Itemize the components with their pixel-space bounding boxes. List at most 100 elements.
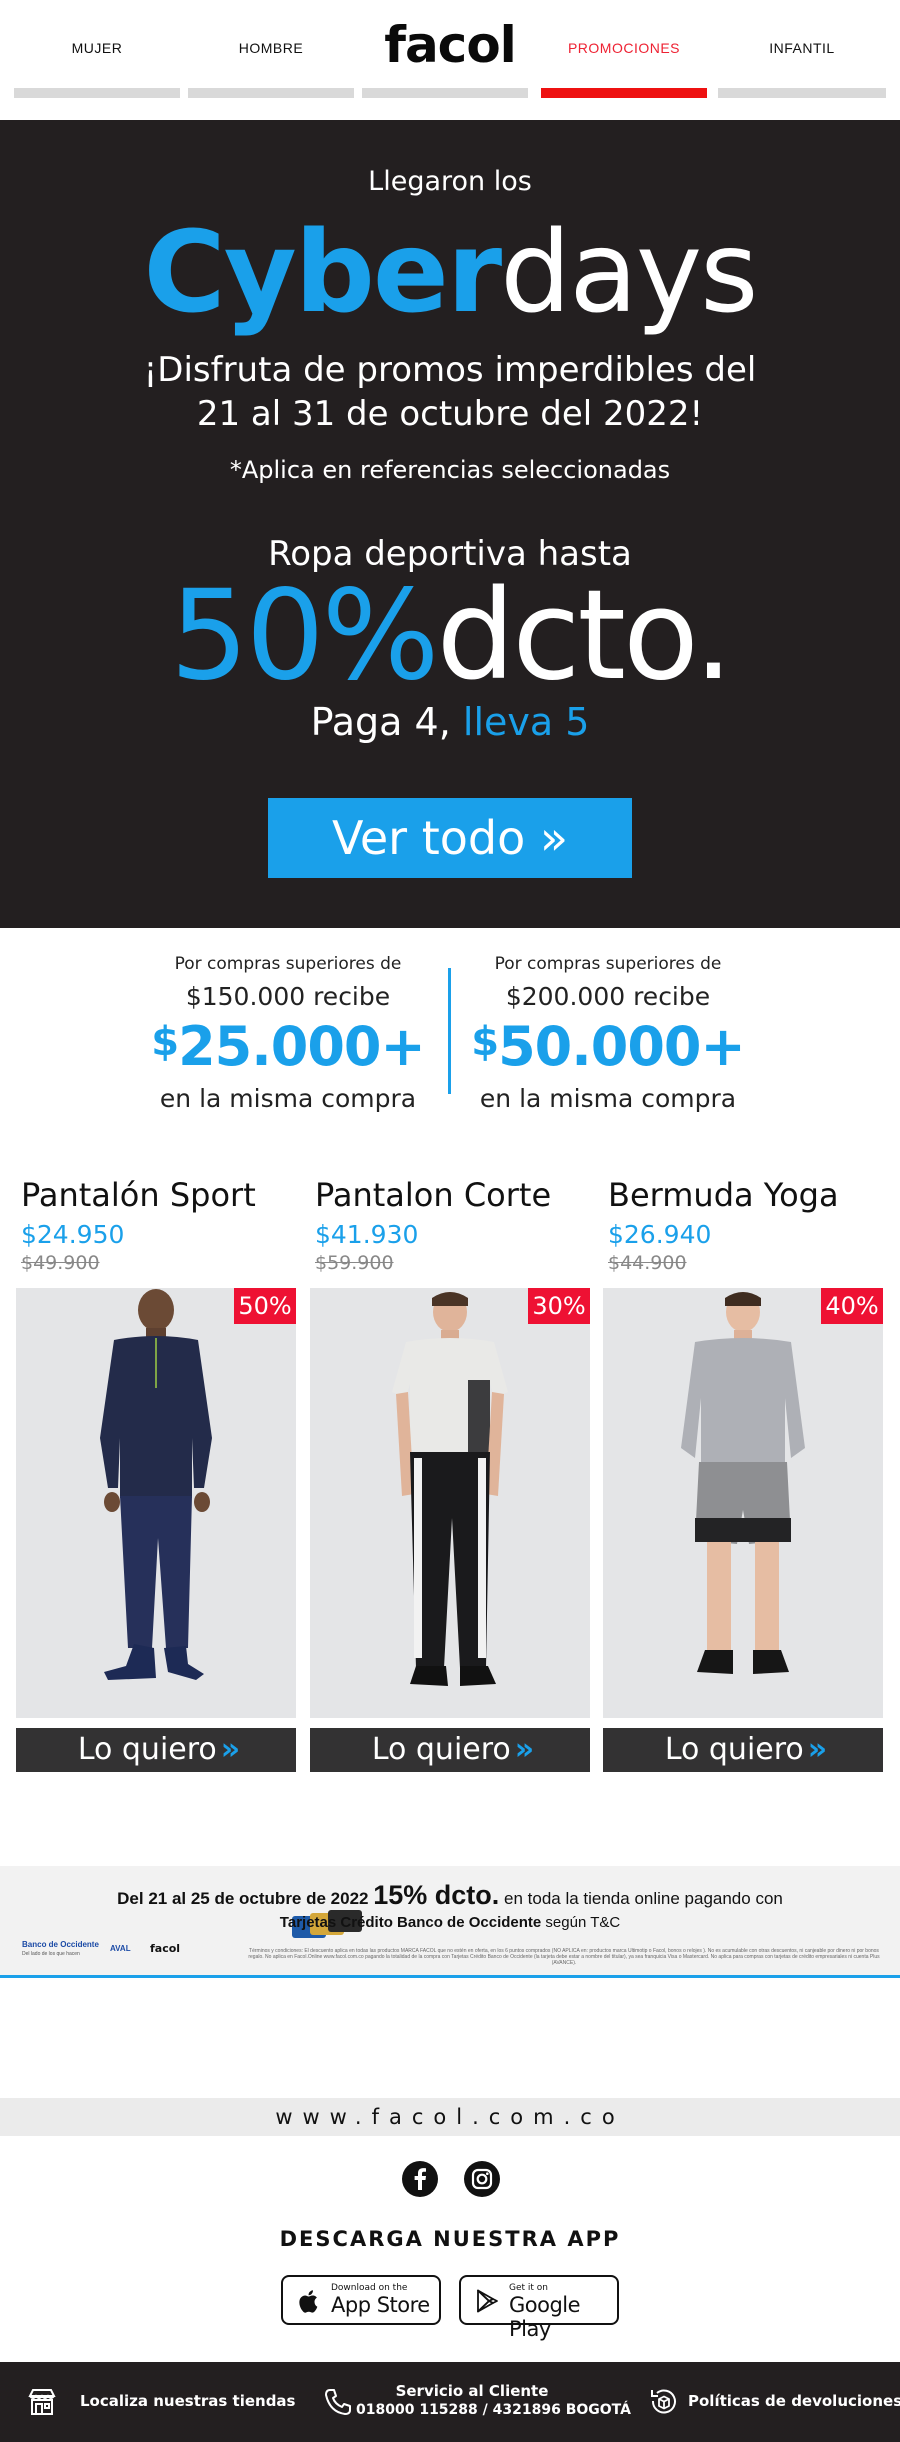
facebook-icon[interactable] (402, 2161, 438, 2197)
offer-amount-value: 50.000+ (498, 1015, 746, 1078)
hero-discount-suffix: dcto. (436, 564, 734, 708)
nav-label: INFANTIL (769, 40, 835, 56)
bank-cards-rest: según T&C (541, 1914, 621, 1931)
app-store-button[interactable]: Download on the App Store (281, 2275, 441, 2325)
lo-quiero-button[interactable]: Lo quiero» (603, 1728, 883, 1772)
nav-label: MUJER (71, 40, 123, 56)
facebook-glyph (414, 2168, 426, 2190)
product-old-price: $49.900 (21, 1252, 100, 1274)
offer-line1: Por compras superiores de (174, 954, 402, 974)
instagram-glyph (471, 2168, 493, 2190)
nav-underline (718, 88, 886, 98)
nav-item-infantil[interactable]: INFANTIL (718, 0, 886, 100)
store-icon (28, 2389, 56, 2415)
top-navigation: MUJER HOMBRE facol PROMOCIONES INFANTIL (0, 0, 900, 100)
offer-amount-value: 25.000+ (178, 1015, 426, 1078)
bank-promo-rest: en toda la tienda online pagando con (499, 1889, 783, 1908)
bank-cards-bold: Tarjetas Crédito Banco de Occidente (279, 1914, 542, 1931)
product-price: $26.940 (608, 1220, 712, 1249)
hero-note: *Aplica en referencias seleccionadas (229, 456, 671, 484)
returns-policy-link[interactable]: Políticas de devoluciones (648, 2362, 900, 2442)
cyberdays-hero-banner: Llegaron los Cyberdays ¡Disfruta de prom… (0, 120, 900, 928)
bank-promo-dates: Del 21 al 25 de octubre de 2022 (117, 1889, 369, 1908)
nav-logo-underline-slot (362, 0, 528, 100)
google-play-icon (477, 2289, 498, 2313)
product-photo[interactable] (16, 1288, 296, 1718)
nav-item-mujer[interactable]: MUJER (14, 0, 180, 100)
nav-label: PROMOCIONES (567, 40, 681, 56)
store-locator-label: Localiza nuestras tiendas (80, 2392, 296, 2410)
website-url[interactable]: www.facol.com.co (0, 2098, 900, 2136)
model-white-tee-black-pants-illustration (310, 1288, 590, 1718)
hero-title-blue: Cyber (143, 208, 503, 338)
product-photo[interactable] (603, 1288, 883, 1718)
nav-underline (188, 88, 354, 98)
offer-line4: en la misma compra (159, 1084, 417, 1113)
offer-currency: $ (151, 1019, 179, 1065)
appstore-big-text: App Store (331, 2293, 430, 2317)
footer-bar: Localiza nuestras tiendas Servicio al Cl… (0, 2362, 900, 2442)
customer-service-label: Servicio al Cliente (395, 2382, 549, 2400)
hero-pay-blue: lleva 5 (462, 700, 590, 744)
offer-line4: en la misma compra (479, 1084, 737, 1113)
hero-discount: 50%dcto. (0, 568, 900, 704)
nav-underline (14, 88, 180, 98)
aval-logo: AVAL (110, 1944, 131, 1953)
product-card[interactable]: Bermuda Yoga $26.940 $44.900 40% Lo quie… (603, 1176, 883, 1776)
nav-underline (362, 88, 528, 98)
product-old-price: $59.900 (315, 1252, 394, 1274)
banco-occidente-logo: Banco de Occidente (22, 1940, 99, 1949)
hero-intro: Llegaron los (368, 166, 532, 197)
google-play-button[interactable]: Get it on Google Play (459, 2275, 619, 2341)
lo-quiero-button[interactable]: Lo quiero» (16, 1728, 296, 1772)
gplay-small-text: Get it on (509, 2283, 549, 2293)
offer-amount: $25.000+ (128, 1015, 448, 1078)
offer-line1: Por compras superiores de (494, 954, 722, 974)
nav-item-hombre[interactable]: HOMBRE (188, 0, 354, 100)
model-grey-sweater-shorts-illustration (603, 1288, 883, 1718)
hero-title-white: days (500, 208, 758, 338)
product-name[interactable]: Pantalon Corte (315, 1176, 551, 1214)
apple-icon (299, 2290, 318, 2313)
gplay-big-text: Google Play (509, 2293, 581, 2341)
download-app-title: DESCARGA NUESTRA APP (279, 2227, 621, 2251)
offer-line2: $200.000 recibe (505, 982, 711, 1011)
instagram-icon[interactable] (464, 2161, 500, 2197)
store-locator-link[interactable]: Localiza nuestras tiendas (26, 2362, 296, 2442)
product-card[interactable]: Pantalon Corte $41.930 $59.900 30% Lo qu… (310, 1176, 590, 1776)
nav-item-promociones[interactable]: PROMOCIONES (541, 0, 707, 100)
offer-line2: $150.000 recibe (185, 982, 391, 1011)
customer-service-link[interactable]: Servicio al Cliente 018000 115288 / 4321… (322, 2362, 631, 2442)
returns-box-icon (651, 2389, 676, 2414)
offer-currency: $ (471, 1019, 499, 1065)
product-name[interactable]: Pantalón Sport (21, 1176, 256, 1214)
hero-pay-text: Paga 4, lleva 5 (0, 700, 900, 744)
product-price: $41.930 (315, 1220, 419, 1249)
product-photo[interactable] (310, 1288, 590, 1718)
nav-label: HOMBRE (238, 40, 304, 56)
double-chevron-icon: » (220, 1732, 241, 1767)
phone-icon (325, 2389, 351, 2415)
product-name[interactable]: Bermuda Yoga (608, 1176, 839, 1214)
customer-service-phone: 018000 115288 / 4321896 BOGOTÁ (356, 2402, 631, 2418)
hero-pay-white: Paga 4, (310, 700, 463, 744)
offer-card: Por compras superiores de $200.000 recib… (448, 954, 768, 1113)
ver-todo-button[interactable]: Ver todo » (268, 798, 632, 878)
double-chevron-icon: » (514, 1732, 535, 1767)
product-price: $24.950 (21, 1220, 125, 1249)
banco-occidente-banner[interactable]: Del 21 al 25 de octubre de 2022 15% dcto… (0, 1866, 900, 1978)
discount-badge: 50% (234, 1288, 296, 1324)
buy-label: Lo quiero (371, 1732, 511, 1767)
buy-label: Lo quiero (77, 1732, 217, 1767)
bank-promo-line: Del 21 al 25 de octubre de 2022 15% dcto… (0, 1880, 900, 1911)
hero-discount-value: 50% (169, 564, 440, 708)
buy-label: Lo quiero (664, 1732, 804, 1767)
double-chevron-icon: » (807, 1732, 828, 1767)
bank-terms: Términos y condiciones: El descuento apl… (248, 1948, 880, 1966)
lo-quiero-button[interactable]: Lo quiero» (310, 1728, 590, 1772)
hero-subtitle-line1: ¡Disfruta de promos imperdibles del (143, 350, 757, 390)
appstore-small-text: Download on the (331, 2283, 408, 2293)
banco-occidente-tagline: Del lado de los que hacen (22, 1951, 80, 1957)
hero-subtitle-line2: 21 al 31 de octubre del 2022! (196, 394, 704, 435)
product-card[interactable]: Pantalón Sport $24.950 $49.900 50% Lo qu… (16, 1176, 296, 1776)
